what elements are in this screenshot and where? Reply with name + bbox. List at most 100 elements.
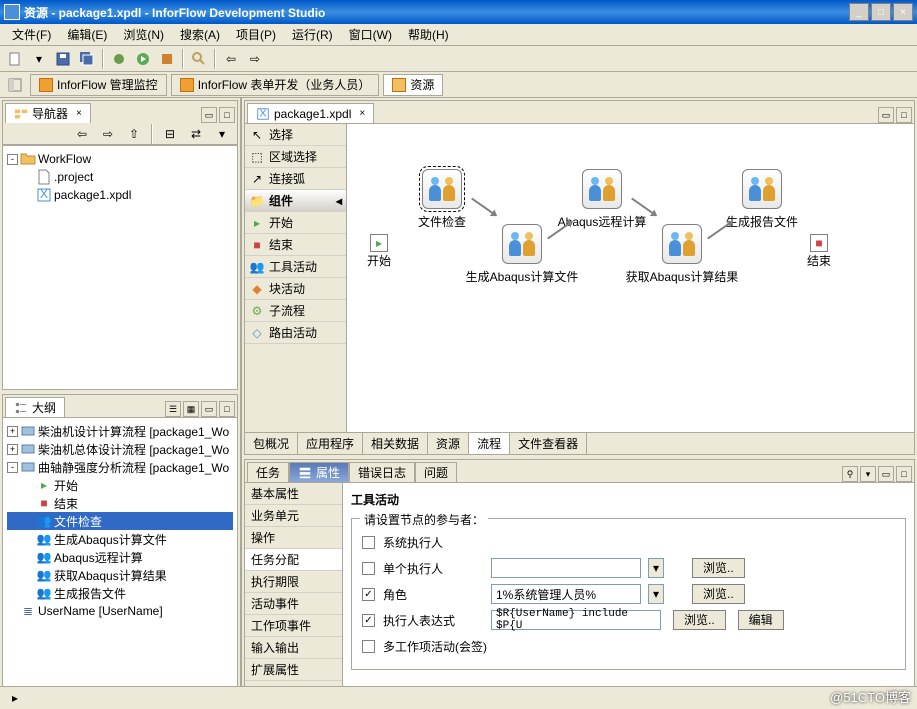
cat-deadline[interactable]: 执行期限 bbox=[245, 571, 342, 593]
palette-select[interactable]: ↖选择 bbox=[245, 124, 346, 146]
outline-max[interactable]: □ bbox=[219, 401, 235, 417]
tab-errorlog[interactable]: 错误日志 bbox=[349, 462, 415, 482]
navigator-close[interactable]: × bbox=[76, 108, 82, 119]
tab-tasks[interactable]: 任务 bbox=[247, 462, 289, 482]
browse-expr[interactable]: 浏览.. bbox=[673, 610, 726, 630]
dd-single[interactable]: ▾ bbox=[648, 558, 664, 578]
editor-max[interactable]: □ bbox=[896, 107, 912, 123]
chk-role[interactable]: ✓ bbox=[362, 588, 375, 601]
perspective-formdev[interactable]: InforFlow 表单开发（业务人员） bbox=[171, 74, 380, 96]
maximize-button[interactable]: □ bbox=[871, 3, 891, 21]
cat-actevent[interactable]: 活动事件 bbox=[245, 593, 342, 615]
new-button[interactable] bbox=[4, 48, 26, 70]
menu-navigate[interactable]: 浏览(N) bbox=[115, 24, 172, 45]
menu-run[interactable]: 运行(R) bbox=[284, 24, 341, 45]
palette-route[interactable]: ◇路由活动 bbox=[245, 322, 346, 344]
saveall-button[interactable] bbox=[76, 48, 98, 70]
minimize-button[interactable]: _ bbox=[849, 3, 869, 21]
nav-link[interactable]: ⇄ bbox=[185, 123, 207, 145]
palette-tool[interactable]: 👥工具活动 bbox=[245, 256, 346, 278]
tree-workflow[interactable]: - WorkFlow bbox=[7, 150, 233, 168]
outline-sub-filecheck[interactable]: 👥文件检查 bbox=[7, 512, 233, 530]
palette-block[interactable]: ◆块活动 bbox=[245, 278, 346, 300]
input-expr[interactable]: $R{UserName} include $P{U bbox=[491, 610, 661, 630]
nav-collapse[interactable]: ⊟ bbox=[159, 123, 181, 145]
menu-file[interactable]: 文件(F) bbox=[4, 24, 59, 45]
workflow-canvas[interactable]: ▸开始 文件检查 生成Abaqus计算文件 Abaqus远程计算 获取Abaqu… bbox=[347, 124, 914, 432]
outline-item-0[interactable]: +柴油机设计计算流程 [package1_Wo bbox=[7, 422, 233, 440]
outline-item-2[interactable]: -曲轴静强度分析流程 [package1_Wo bbox=[7, 458, 233, 476]
palette-connect[interactable]: ↗连接弧 bbox=[245, 168, 346, 190]
outline-mode1[interactable]: ☰ bbox=[165, 401, 181, 417]
navigator-tree[interactable]: - WorkFlow .project X package1.xpdl bbox=[3, 146, 237, 208]
btab-flow[interactable]: 流程 bbox=[469, 433, 510, 454]
perspective-monitor[interactable]: InforFlow 管理监控 bbox=[30, 74, 167, 96]
cat-assign[interactable]: 任务分配 bbox=[245, 549, 342, 571]
cat-bizunit[interactable]: 业务单元 bbox=[245, 505, 342, 527]
outline-mode2[interactable]: ▦ bbox=[183, 401, 199, 417]
nav-fwd[interactable]: ⇨ bbox=[97, 123, 119, 145]
show-view-button[interactable]: ▸ bbox=[4, 687, 26, 709]
chk-expr[interactable]: ✓ bbox=[362, 614, 375, 627]
input-single[interactable] bbox=[491, 558, 641, 578]
chk-single[interactable] bbox=[362, 562, 375, 575]
debug-button[interactable] bbox=[108, 48, 130, 70]
navigator-tab[interactable]: 导航器 × bbox=[5, 103, 91, 123]
outline-tree[interactable]: +柴油机设计计算流程 [package1_Wo +柴油机总体设计流程 [pack… bbox=[3, 418, 237, 624]
navigator-max[interactable]: □ bbox=[219, 107, 235, 123]
btab-fileviewer[interactable]: 文件查看器 bbox=[510, 433, 587, 454]
outline-tab[interactable]: 大纲 bbox=[5, 397, 65, 417]
tab-properties[interactable]: 属性 bbox=[289, 462, 349, 482]
nav-menu[interactable]: ▾ bbox=[211, 123, 233, 145]
tab-problems[interactable]: 问题 bbox=[415, 462, 457, 482]
cat-workevent[interactable]: 工作项事件 bbox=[245, 615, 342, 637]
menu-help[interactable]: 帮助(H) bbox=[400, 24, 457, 45]
editor-min[interactable]: ▭ bbox=[878, 107, 894, 123]
menu-window[interactable]: 窗口(W) bbox=[341, 24, 400, 45]
input-role[interactable]: 1%系统管理人员% bbox=[491, 584, 641, 604]
browse-single[interactable]: 浏览.. bbox=[692, 558, 745, 578]
edit-expr[interactable]: 编辑 bbox=[738, 610, 784, 630]
run-button[interactable] bbox=[132, 48, 154, 70]
palette-end[interactable]: ■结束 bbox=[245, 234, 346, 256]
expand-icon[interactable]: - bbox=[7, 154, 18, 165]
cat-basic[interactable]: 基本属性 bbox=[245, 483, 342, 505]
btab-resource[interactable]: 资源 bbox=[428, 433, 469, 454]
props-menu[interactable]: ▾ bbox=[860, 466, 876, 482]
extrun-button[interactable] bbox=[156, 48, 178, 70]
props-max[interactable]: □ bbox=[896, 466, 912, 482]
cat-ext[interactable]: 扩展属性 bbox=[245, 659, 342, 681]
palette-sub[interactable]: ⚙子流程 bbox=[245, 300, 346, 322]
open-perspective-button[interactable] bbox=[4, 74, 26, 96]
btab-overview[interactable]: 包概况 bbox=[245, 433, 298, 454]
search-button[interactable] bbox=[188, 48, 210, 70]
outline-sub-start[interactable]: ▸开始 bbox=[7, 476, 233, 494]
outline-sub-genabaqus[interactable]: 👥生成Abaqus计算文件 bbox=[7, 530, 233, 548]
cat-io[interactable]: 输入输出 bbox=[245, 637, 342, 659]
props-min[interactable]: ▭ bbox=[878, 466, 894, 482]
menu-edit[interactable]: 编辑(E) bbox=[59, 24, 115, 45]
save-button[interactable] bbox=[52, 48, 74, 70]
outline-sub-genreport[interactable]: 👥生成报告文件 bbox=[7, 584, 233, 602]
nav-up[interactable]: ⇧ bbox=[123, 123, 145, 145]
outline-sub-end[interactable]: ■结束 bbox=[7, 494, 233, 512]
btab-app[interactable]: 应用程序 bbox=[298, 433, 363, 454]
forward-button[interactable]: ⇨ bbox=[244, 48, 266, 70]
node-end[interactable]: ■结束 bbox=[807, 234, 831, 269]
nav-back[interactable]: ⇦ bbox=[71, 123, 93, 145]
tree-project[interactable]: .project bbox=[7, 168, 233, 186]
perspective-resource[interactable]: 资源 bbox=[383, 74, 443, 96]
btab-data[interactable]: 相关数据 bbox=[363, 433, 428, 454]
chk-multi[interactable] bbox=[362, 640, 375, 653]
outline-var[interactable]: ≣UserName [UserName] bbox=[7, 602, 233, 620]
navigator-min[interactable]: ▭ bbox=[201, 107, 217, 123]
browse-role[interactable]: 浏览.. bbox=[692, 584, 745, 604]
outline-sub-abaqusremote[interactable]: 👥Abaqus远程计算 bbox=[7, 548, 233, 566]
close-button[interactable]: × bbox=[893, 3, 913, 21]
editor-close[interactable]: × bbox=[359, 108, 365, 119]
menu-project[interactable]: 项目(P) bbox=[228, 24, 284, 45]
outline-item-1[interactable]: +柴油机总体设计流程 [package1_Wo bbox=[7, 440, 233, 458]
new-dropdown[interactable]: ▾ bbox=[28, 48, 50, 70]
tree-package[interactable]: X package1.xpdl bbox=[7, 186, 233, 204]
menu-search[interactable]: 搜索(A) bbox=[172, 24, 228, 45]
